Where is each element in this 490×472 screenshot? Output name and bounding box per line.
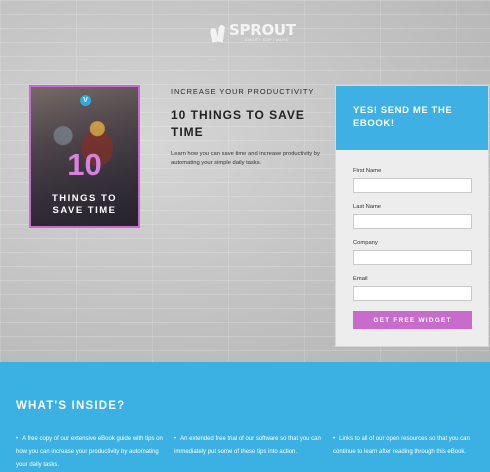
get-free-widget-button[interactable]: GET FREE WIDGET: [353, 311, 472, 329]
whats-inside-title: WHAT'S INSIDE?: [16, 400, 126, 412]
v-badge-icon: V: [80, 95, 91, 106]
logo-wordmark: SPROUT: [229, 21, 296, 39]
hero-description: Learn how you can save time and increase…: [171, 151, 320, 166]
first-name-label: First Name: [353, 168, 382, 174]
last-name-field[interactable]: [353, 214, 472, 229]
logo-tagline: SMART SOFTWARE: [245, 38, 289, 42]
sprout-logo-icon: [209, 24, 226, 43]
inside-item: • Links to all of our open resources so t…: [333, 436, 470, 455]
bullet-icon: •: [16, 436, 19, 442]
whats-inside-section: WHAT'S INSIDE? • A free copy of our exten…: [0, 362, 490, 472]
ebook-cover-number: 10: [67, 147, 102, 182]
signup-form: YES! SEND ME THE EBOOK! First Name Last …: [335, 85, 489, 347]
last-name-label: Last Name: [353, 204, 382, 210]
sprout-logo[interactable]: SPROUT SMART SOFTWARE: [209, 21, 296, 43]
form-header: YES! SEND ME THE EBOOK!: [336, 86, 488, 150]
bullet-icon: •: [333, 436, 336, 442]
form-title: YES! SEND ME THE EBOOK!: [353, 105, 453, 129]
email-label: Email: [353, 276, 368, 282]
inside-item: • A free copy of our extensive eBook guid…: [16, 436, 163, 468]
company-field[interactable]: [353, 250, 472, 265]
first-name-field[interactable]: [353, 178, 472, 193]
company-label: Company: [353, 240, 378, 246]
inside-item: • An extended free trial of our software …: [174, 436, 321, 455]
email-field[interactable]: [353, 286, 472, 301]
bullet-icon: •: [174, 436, 177, 442]
hero-headline: 10 THINGS TO SAVE TIME: [171, 108, 305, 139]
ebook-cover: V 10 THINGS TO SAVE TIME: [29, 85, 140, 228]
hero-section: SPROUT SMART SOFTWARE V 10 THINGS TO SAV…: [0, 0, 490, 362]
hero-kicker: INCREASE YOUR PRODUCTIVITY: [171, 87, 315, 96]
ebook-cover-title: THINGS TO SAVE TIME: [51, 193, 118, 216]
